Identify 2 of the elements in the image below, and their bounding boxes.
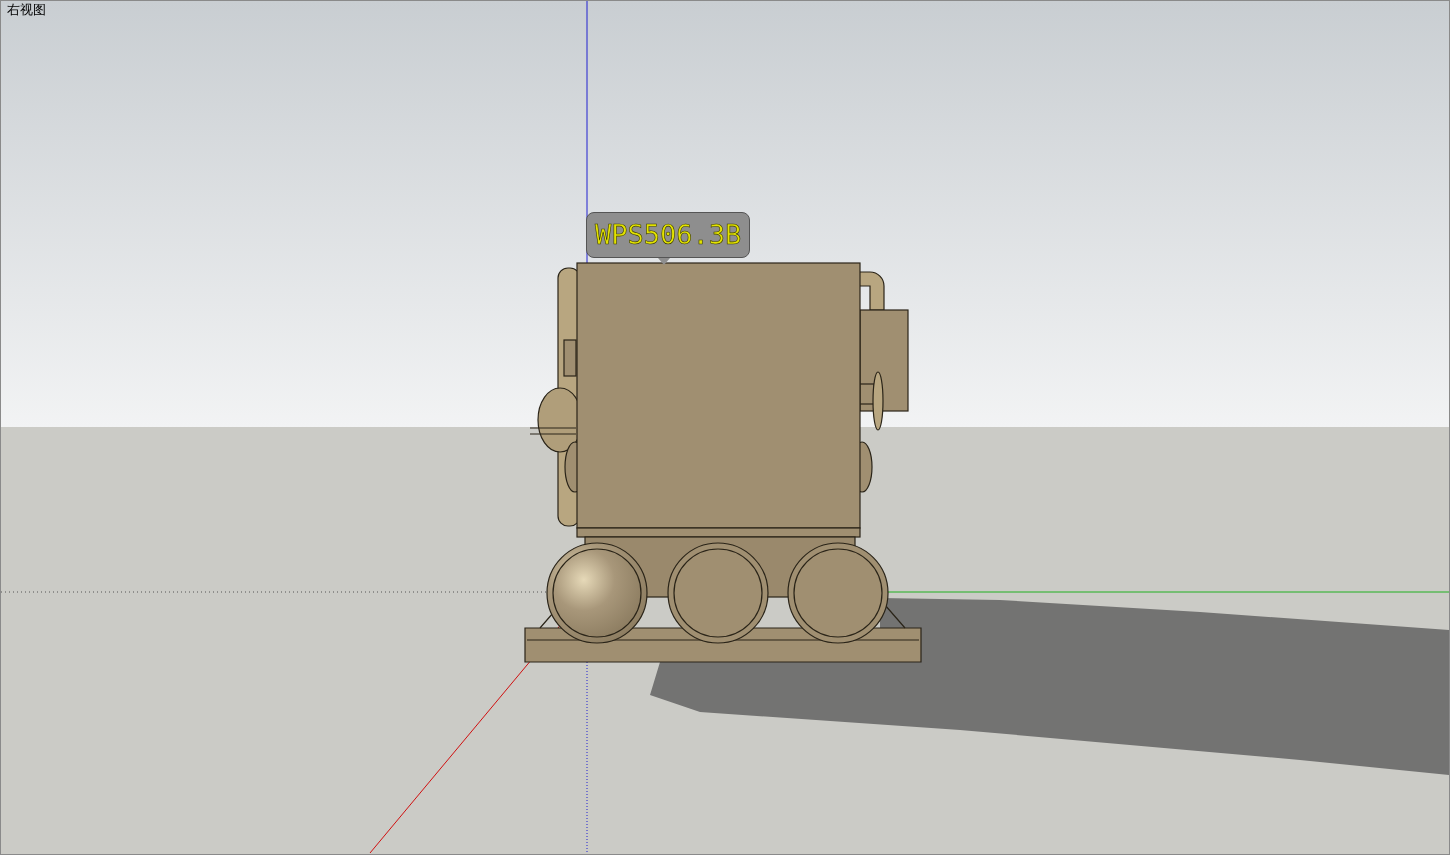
view-name: 右视图 — [7, 2, 46, 18]
model-label: WPS506.3B — [586, 212, 751, 265]
